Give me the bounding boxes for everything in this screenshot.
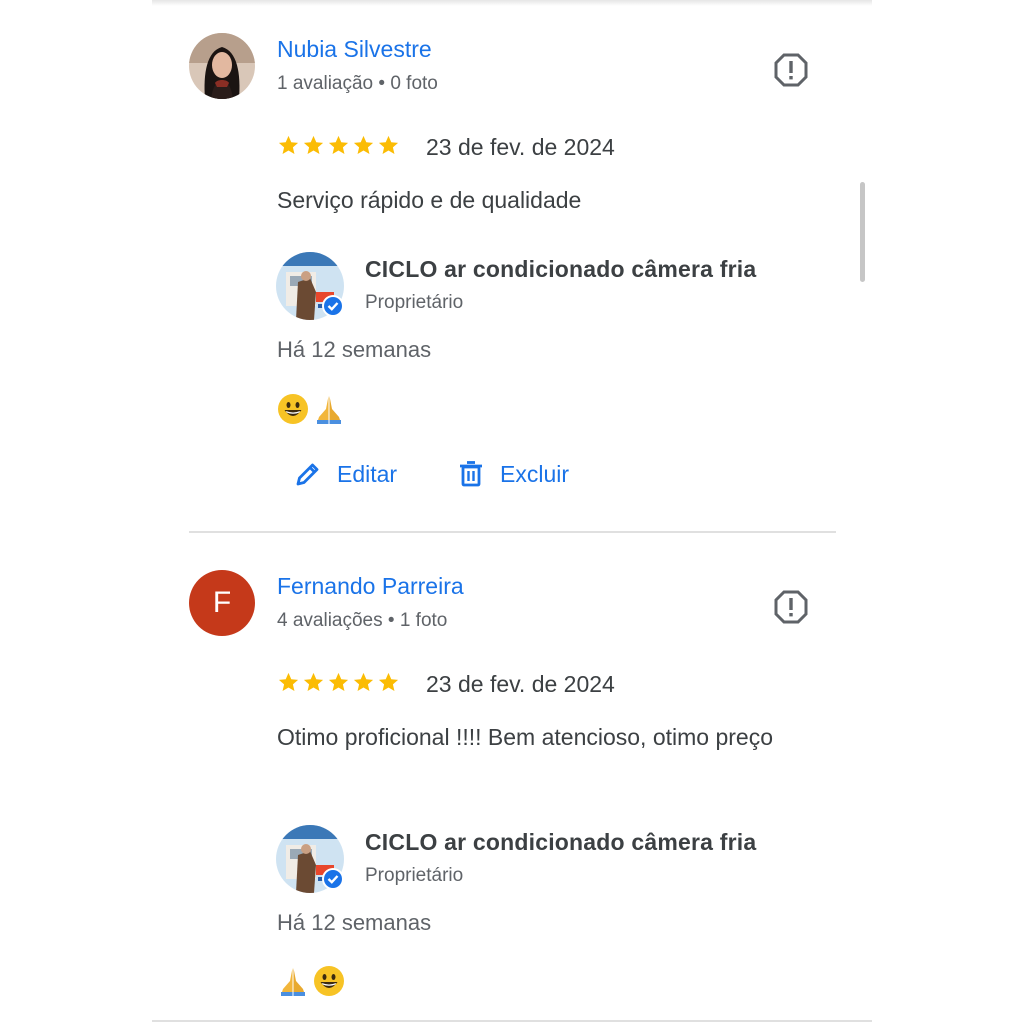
edit-button[interactable]: Editar xyxy=(293,459,397,489)
business-logo-icon xyxy=(276,825,344,893)
star-rating xyxy=(277,671,400,694)
folded-hands-icon xyxy=(281,968,305,996)
star-icon xyxy=(328,135,349,155)
trash-icon xyxy=(460,461,482,487)
star-icon xyxy=(353,135,374,155)
delete-button[interactable]: Excluir xyxy=(456,459,569,489)
owner-avatar[interactable] xyxy=(276,825,344,893)
owner-role: Proprietário xyxy=(365,865,464,886)
review-text: Otimo proficional !!!! Bem atencioso, ot… xyxy=(277,724,773,750)
avatar-letter: F xyxy=(212,586,232,619)
review-text: Serviço rápido e de qualidade xyxy=(277,187,582,213)
top-shadow xyxy=(152,0,872,6)
star-icon xyxy=(303,135,324,155)
edit-label: Editar xyxy=(337,460,398,487)
star-icon xyxy=(328,672,349,692)
scrollbar[interactable] xyxy=(860,182,865,282)
business-logo-icon xyxy=(276,252,344,320)
folded-hands-icon xyxy=(317,396,341,424)
reply-time: Há 12 semanas xyxy=(277,337,432,362)
user-photo-icon xyxy=(189,33,255,99)
pencil-icon xyxy=(296,463,319,486)
review-date: 23 de fev. de 2024 xyxy=(426,134,615,160)
owner-avatar[interactable] xyxy=(276,252,344,320)
review-date: 23 de fev. de 2024 xyxy=(426,671,615,697)
bottom-divider xyxy=(152,1020,872,1022)
review-divider xyxy=(189,531,836,533)
owner-role: Proprietário xyxy=(365,292,464,313)
star-icon xyxy=(278,672,299,692)
owner-reply xyxy=(277,393,345,425)
star-icon xyxy=(303,672,324,692)
reviewer-name[interactable]: Nubia Silvestre xyxy=(277,36,432,63)
reviewer-meta: 1 avaliação • 0 foto xyxy=(277,73,438,94)
delete-label: Excluir xyxy=(500,460,570,487)
reviewer-meta: 4 avaliações • 1 foto xyxy=(277,610,448,631)
reviewer-avatar[interactable]: F xyxy=(189,570,255,636)
verified-badge-icon xyxy=(324,870,342,888)
verified-badge-icon xyxy=(324,297,342,315)
grinning-face-icon xyxy=(278,394,308,424)
star-icon xyxy=(278,135,299,155)
owner-name: CICLO ar condicionado câmera fria xyxy=(365,829,757,855)
star-icon xyxy=(353,672,374,692)
owner-reply xyxy=(277,965,345,997)
report-flag-icon[interactable] xyxy=(773,52,809,88)
grinning-face-icon xyxy=(314,966,344,996)
star-rating xyxy=(277,134,400,157)
report-flag-icon[interactable] xyxy=(773,589,809,625)
star-icon xyxy=(378,672,399,692)
reviewer-avatar[interactable] xyxy=(189,33,255,99)
reply-time: Há 12 semanas xyxy=(277,910,432,935)
star-icon xyxy=(378,135,399,155)
owner-name: CICLO ar condicionado câmera fria xyxy=(365,256,757,282)
reviewer-name[interactable]: Fernando Parreira xyxy=(277,573,464,600)
